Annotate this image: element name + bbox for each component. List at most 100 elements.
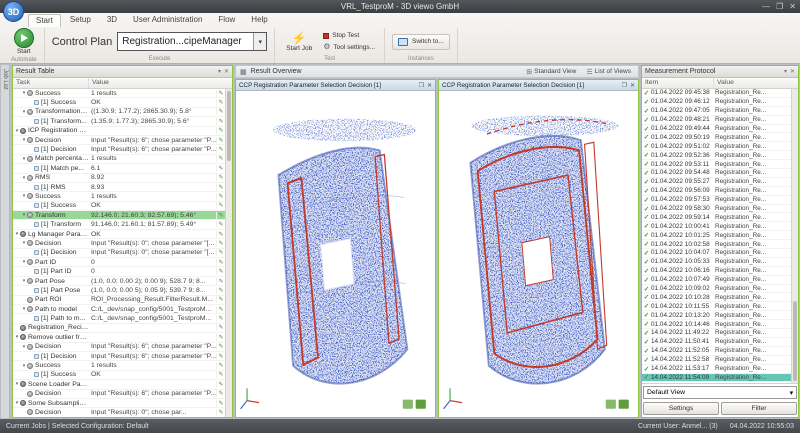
protocol-row[interactable]: ✓14.04.2022 11:53:17Registration_Re... (642, 365, 791, 374)
result-table-scrollbar[interactable] (225, 89, 232, 417)
edit-icon[interactable]: ✎ (216, 108, 225, 115)
result-table-row[interactable]: ▾ICP Registration Para...✎ (13, 127, 225, 136)
edit-icon[interactable]: ✎ (216, 343, 225, 350)
edit-icon[interactable]: ✎ (216, 212, 225, 219)
viewport-restore-icon[interactable]: ❐ (419, 82, 424, 89)
result-table-row[interactable]: [1] Part Pose(1.0, 0.0; 0.00 5); 0.05 9)… (13, 286, 225, 295)
result-table-row[interactable]: ▾Transformation to...((1.30.9; 1.77.2); … (13, 108, 225, 117)
column-header-value[interactable]: Value (89, 78, 232, 88)
edit-icon[interactable]: ✎ (216, 287, 225, 294)
edit-icon[interactable]: ✎ (216, 193, 225, 200)
viewport-left[interactable]: CCP Registration Parameter Selection Dec… (235, 79, 436, 418)
result-table-row[interactable]: [1] Part ID0✎ (13, 267, 225, 276)
chevron-down-icon[interactable]: ▾ (253, 33, 266, 50)
protocol-row[interactable]: ✓01.04.2022 09:46:12Registration_Re... (642, 98, 791, 107)
result-table-row[interactable]: [1] Match pe...6.1✎ (13, 164, 225, 173)
protocol-row[interactable]: ✓01.04.2022 10:09:02Registration_Re... (642, 285, 791, 294)
result-table-row[interactable]: ▾RMS8.92✎ (13, 174, 225, 183)
viewport-restore-icon[interactable]: ❐ (622, 82, 627, 89)
protocol-row[interactable]: ✓14.04.2022 11:54:09Registration_Re... (642, 374, 791, 383)
result-table-row[interactable]: ▾Part ID0✎ (13, 258, 225, 267)
result-table-row[interactable]: Registration_Recipe...✎ (13, 324, 225, 333)
result-table-row[interactable]: ▾Part Pose(1.0, 0.0; 0.00 2); 0.00 9); 5… (13, 277, 225, 286)
protocol-row[interactable]: ✓14.04.2022 11:49:22Registration_Re... (642, 329, 791, 338)
column-header-item[interactable]: Item (642, 78, 714, 88)
protocol-row[interactable]: ✓01.04.2022 09:52:36Registration_Re... (642, 151, 791, 160)
collapsed-panel-tab[interactable]: Job List (1, 65, 10, 418)
protocol-row[interactable]: ✓01.04.2022 10:10:28Registration_Re... (642, 293, 791, 302)
viewport-right[interactable]: CCP Registration Parameter Selection Dec… (438, 79, 639, 418)
viewport-close-icon[interactable]: ✕ (427, 82, 432, 89)
edit-icon[interactable]: ✎ (216, 184, 225, 191)
protocol-row[interactable]: ✓01.04.2022 10:00:41Registration_Re... (642, 222, 791, 231)
protocol-row[interactable]: ✓01.04.2022 09:45:38Registration_Re... (642, 89, 791, 98)
start-job-button[interactable]: ⚡ Start Job (282, 31, 316, 53)
protocol-scrollbar[interactable] (791, 89, 798, 383)
edit-icon[interactable]: ✎ (216, 400, 225, 407)
protocol-row[interactable]: ✓01.04.2022 09:49:44Registration_Re... (642, 125, 791, 134)
edit-icon[interactable]: ✎ (216, 381, 225, 388)
result-table-row[interactable]: Part ROIROI_Processing_Result.FilterResu… (13, 296, 225, 305)
edit-icon[interactable]: ✎ (216, 99, 225, 106)
ribbon-tab-3d[interactable]: 3D (100, 14, 124, 27)
result-table-row[interactable]: [1] SuccessOK✎ (13, 98, 225, 107)
result-table-row[interactable]: [1] Transform91.146.0; 21.60.1; 81.57.89… (13, 220, 225, 229)
pointcloud-canvas-right[interactable] (439, 91, 638, 417)
column-header-task[interactable]: Task (13, 78, 89, 88)
result-table-row[interactable]: ▾Remove outlier from ...✎ (13, 333, 225, 342)
result-table-row[interactable]: [1] Path to m...C:/L_dev/snap_config/500… (13, 314, 225, 323)
ribbon-tab-start[interactable]: Start (28, 14, 61, 27)
edit-icon[interactable]: ✎ (216, 249, 225, 256)
protocol-row[interactable]: ✓01.04.2022 09:54:48Registration_Re... (642, 169, 791, 178)
protocol-row[interactable]: ✓01.04.2022 09:50:19Registration_Re... (642, 133, 791, 142)
edit-icon[interactable]: ✎ (216, 390, 225, 397)
protocol-row[interactable]: ✓01.04.2022 09:48:21Registration_Re... (642, 116, 791, 125)
protocol-row[interactable]: ✓14.04.2022 11:50:41Registration_Re... (642, 338, 791, 347)
standard-view-button[interactable]: ⊞ Standard View (523, 68, 579, 76)
pointcloud-canvas-left[interactable] (236, 91, 435, 417)
protocol-row[interactable]: ✓01.04.2022 10:02:58Registration_Re... (642, 240, 791, 249)
maximize-button[interactable]: ❐ (776, 0, 783, 13)
edit-icon[interactable]: ✎ (216, 324, 225, 331)
view-select[interactable]: Default View ▾ (643, 386, 797, 399)
edit-icon[interactable]: ✎ (216, 371, 225, 378)
result-table-row[interactable]: DecisionInput "Result(s): 0"; chose par.… (13, 408, 225, 417)
result-table-row[interactable]: ▾DecisionInput "Result(s): 0"; chose par… (13, 239, 225, 248)
recipe-select[interactable]: Registration...cipeManager ▾ (117, 32, 267, 51)
protocol-row[interactable]: ✓01.04.2022 09:51:02Registration_Re... (642, 142, 791, 151)
edit-icon[interactable]: ✎ (216, 231, 225, 238)
protocol-row[interactable]: ✓01.04.2022 09:47:05Registration_Re... (642, 107, 791, 116)
result-table-row[interactable]: [1] SuccessOK✎ (13, 371, 225, 380)
edit-icon[interactable]: ✎ (216, 137, 225, 144)
protocol-row[interactable]: ✓01.04.2022 09:53:11Registration_Re... (642, 160, 791, 169)
edit-icon[interactable]: ✎ (216, 127, 225, 134)
result-table-row[interactable]: ▾Transform92.146.0; 21.60.3; 82.57.69); … (13, 211, 225, 220)
protocol-row[interactable]: ✓14.04.2022 11:52:58Registration_Re... (642, 356, 791, 365)
edit-icon[interactable]: ✎ (216, 240, 225, 247)
result-table-row[interactable]: [1] Transform...(1.35.9; 1.77.3); 2865.3… (13, 117, 225, 126)
stop-test-button[interactable]: Stop Test (321, 31, 377, 40)
edit-icon[interactable]: ✎ (216, 90, 225, 97)
settings-button[interactable]: Settings (643, 402, 719, 415)
switch-to-button[interactable]: Switch to... (392, 34, 450, 50)
result-table-row[interactable]: [1] SuccessOK✎ (13, 202, 225, 211)
protocol-row[interactable]: ✓01.04.2022 09:57:53Registration_Re... (642, 196, 791, 205)
protocol-row[interactable]: ✓01.04.2022 10:11:55Registration_Re... (642, 302, 791, 311)
edit-icon[interactable]: ✎ (216, 362, 225, 369)
edit-icon[interactable]: ✎ (216, 306, 225, 313)
edit-icon[interactable]: ✎ (216, 165, 225, 172)
protocol-row[interactable]: ✓01.04.2022 10:14:46Registration_Re... (642, 320, 791, 329)
result-table-row[interactable]: ▾Path to modelC:/L_dev/snap_config/5001_… (13, 305, 225, 314)
tool-settings-button[interactable]: ⚙ Tool settings... (321, 42, 377, 52)
edit-icon[interactable]: ✎ (216, 278, 225, 285)
app-logo-icon[interactable]: 3D (3, 1, 24, 22)
protocol-row[interactable]: ✓01.04.2022 10:07:49Registration_Re... (642, 276, 791, 285)
protocol-row[interactable]: ✓01.04.2022 09:58:30Registration_Re... (642, 205, 791, 214)
edit-icon[interactable]: ✎ (216, 146, 225, 153)
protocol-row[interactable]: ✓01.04.2022 10:06:16Registration_Re... (642, 267, 791, 276)
protocol-row[interactable]: ✓01.04.2022 10:04:07Registration_Re... (642, 249, 791, 258)
scrollbar-thumb[interactable] (227, 91, 231, 161)
panel-pin-icon[interactable]: ▾ (218, 68, 221, 75)
protocol-row[interactable]: ✓01.04.2022 10:05:33Registration_Re... (642, 258, 791, 267)
result-table-row[interactable]: [1] RMS8.93✎ (13, 183, 225, 192)
